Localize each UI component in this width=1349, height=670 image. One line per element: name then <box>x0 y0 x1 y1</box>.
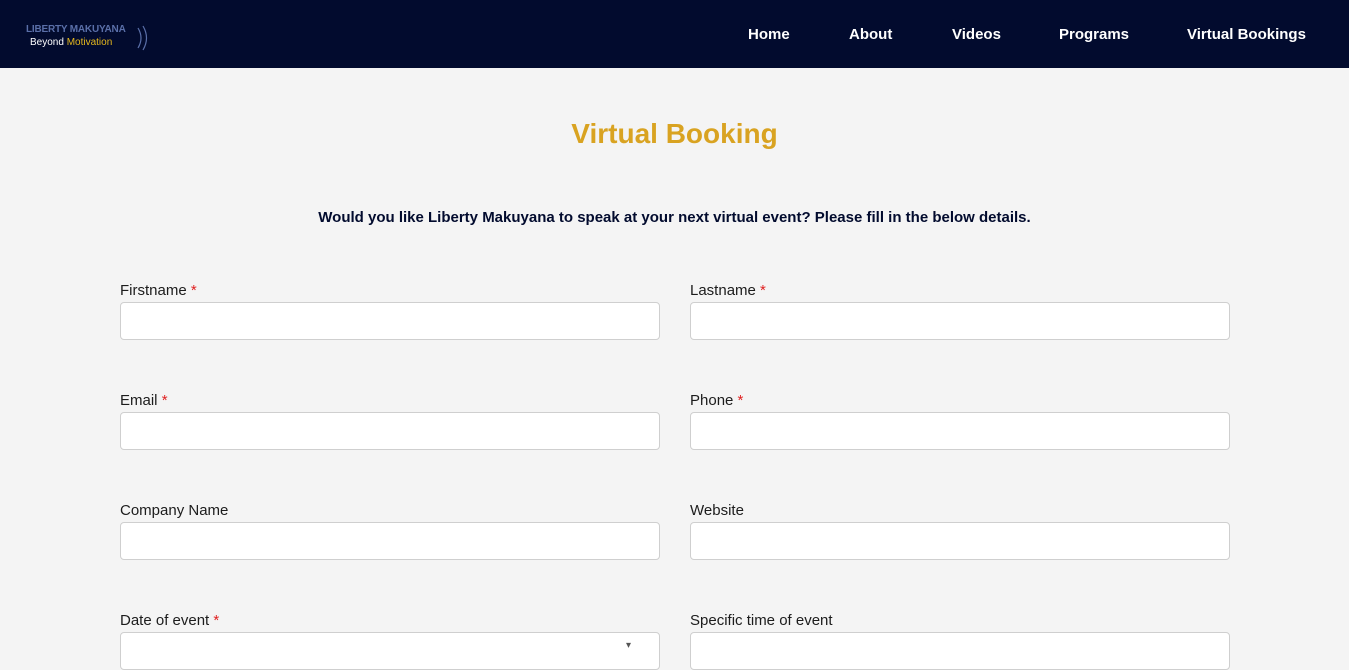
firstname-label-text: Firstname <box>120 282 187 299</box>
firstname-input[interactable] <box>120 302 660 340</box>
top-navbar: LIBERTY MAKUYANA Beyond Motivation Home … <box>0 0 1349 68</box>
phone-label-text: Phone <box>690 392 734 409</box>
required-marker: * <box>161 392 168 409</box>
website-label: Website <box>690 502 744 520</box>
required-marker: * <box>737 392 744 409</box>
website-label-text: Website <box>690 502 744 519</box>
page-title: Virtual Booking <box>571 118 778 149</box>
company-name-input[interactable] <box>120 522 660 560</box>
required-marker: * <box>760 282 766 299</box>
nav-videos-link[interactable]: Videos <box>952 26 1001 44</box>
email-label: Email * <box>120 392 168 410</box>
intro-text: Would you like Liberty Makuyana to speak… <box>318 209 1031 226</box>
lastname-label-text: Lastname <box>690 282 756 299</box>
email-input[interactable] <box>120 412 660 450</box>
calendar-icon[interactable]: ▾ <box>626 640 642 651</box>
logo-name-text: LIBERTY MAKUYANA <box>26 24 126 35</box>
nav-about-link[interactable]: About <box>849 26 892 44</box>
time-of-event-input[interactable] <box>690 632 1230 670</box>
required-marker: * <box>190 282 197 299</box>
time-of-event-label-text: Specific time of event <box>690 612 833 629</box>
firstname-label: Firstname * <box>120 282 197 300</box>
logo-tagline-part1: Beyond <box>30 37 67 48</box>
phone-label: Phone * <box>690 392 743 410</box>
logo-wave-icon <box>137 25 148 51</box>
date-of-event-label: Date of event * <box>120 612 219 630</box>
required-marker: * <box>213 612 220 629</box>
logo-tagline-part2: Motivation <box>66 37 113 48</box>
site-logo[interactable]: LIBERTY MAKUYANA Beyond Motivation <box>26 24 150 51</box>
nav-home-link[interactable]: Home <box>748 26 790 44</box>
nav-programs-link[interactable]: Programs <box>1059 26 1129 44</box>
lastname-input[interactable] <box>690 302 1230 340</box>
lastname-label: Lastname * <box>690 282 766 300</box>
email-label-text: Email <box>120 392 158 409</box>
logo-tagline: Beyond Motivation <box>30 37 112 49</box>
date-of-event-input[interactable] <box>120 632 660 670</box>
website-input[interactable] <box>690 522 1230 560</box>
nav-virtual-bookings-link[interactable]: Virtual Bookings <box>1187 26 1306 44</box>
phone-input[interactable] <box>690 412 1230 450</box>
date-of-event-label-text: Date of event <box>120 612 210 629</box>
time-of-event-label: Specific time of event <box>690 612 833 630</box>
company-name-label-text: Company Name <box>120 502 229 519</box>
company-name-label: Company Name <box>120 502 228 520</box>
